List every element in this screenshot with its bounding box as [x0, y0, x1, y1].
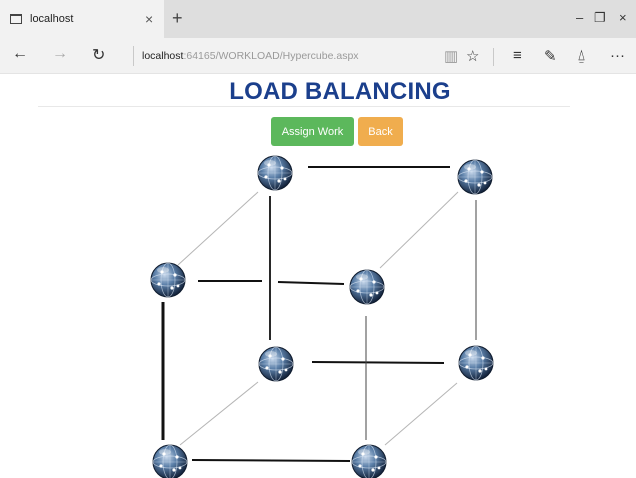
cube-edge [179, 381, 259, 446]
cube-edge [177, 191, 259, 266]
cube-edge [311, 361, 445, 364]
node-globe-icon[interactable] [457, 159, 493, 195]
cube-edge [379, 191, 459, 269]
node-globe-icon[interactable] [349, 269, 385, 305]
node-globe-icon[interactable] [258, 346, 294, 382]
node-globe-icon[interactable] [257, 155, 293, 191]
cube-edge [191, 459, 351, 462]
cube-edge [277, 281, 345, 285]
node-globe-icon[interactable] [351, 444, 387, 478]
node-globe-icon[interactable] [152, 444, 188, 478]
cube-edge [384, 382, 458, 446]
hypercube-diagram [150, 155, 494, 478]
node-globe-icon[interactable] [458, 345, 494, 381]
node-globe-icon[interactable] [150, 262, 186, 298]
